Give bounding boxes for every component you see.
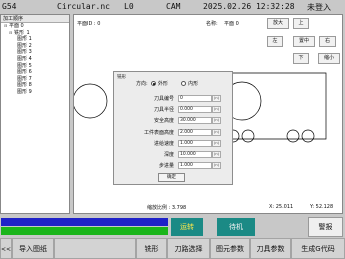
zoom-in-button[interactable]: 放大 (267, 18, 289, 29)
scale-value: 3.798 (171, 205, 187, 211)
param-row: 进给速度 1.000 (n) (117, 139, 229, 148)
tree-item[interactable]: 图形 1 (1, 36, 69, 43)
tree-item[interactable]: 图形 6 (1, 69, 69, 76)
param-label: 进给速度 (153, 140, 174, 147)
param-row: 工件表面高度 2.000 (n) (117, 128, 229, 137)
app-mode: CAM (166, 2, 181, 11)
param-unit[interactable]: (n) (212, 128, 221, 136)
direction-row: 方向: 外形 内形 (136, 80, 198, 87)
param-label: 工件表面高度 (143, 129, 174, 136)
tree-root-label: 平面 0 (8, 23, 24, 29)
standby-button[interactable]: 待机 (217, 218, 255, 236)
y-readout: Y: 52.128 (310, 204, 333, 210)
title-bar: G54 Circular.nc L0 CAM 2025.02.26 12:32:… (0, 0, 345, 13)
x-label: X: (269, 204, 276, 210)
shape-circle[interactable] (301, 129, 315, 143)
center-button[interactable]: 置中 (293, 36, 315, 47)
shape-circle[interactable] (286, 129, 300, 143)
param-row: 深度 10.000 (n) (117, 151, 229, 159)
tree-item[interactable]: 图形 7 (1, 76, 69, 83)
tree-group[interactable]: ⊟ 铣形_1 (1, 30, 69, 37)
param-row: 刀具编号 0 (n) (117, 95, 229, 103)
ok-button[interactable]: 确定 (158, 173, 185, 182)
shape-circle[interactable] (74, 83, 108, 119)
datetime: 2025.02.26 12:32:28 (203, 2, 295, 11)
plane-id: 平面ID : 0 (77, 21, 101, 27)
tree-root[interactable]: ⊟ 平面 0 (1, 23, 69, 30)
pan-down-button[interactable]: 下 (293, 53, 309, 64)
param-row: 步进量 1.000 (n) (117, 162, 229, 170)
y-value: 52.128 (315, 204, 334, 210)
param-input[interactable]: 1.000 (178, 162, 212, 170)
param-unit[interactable]: (n) (212, 162, 221, 170)
file-name: Circular.nc (57, 2, 110, 11)
direction-label: 方向: (136, 81, 148, 87)
param-input[interactable]: 0.000 (178, 106, 212, 114)
shape-params-button[interactable]: 图元参数 (210, 238, 250, 259)
tree-item[interactable]: 图形 8 (1, 82, 69, 89)
tree-item[interactable]: 图形 9 (1, 89, 69, 96)
mill-dialog: 铣形 方向: 外形 内形 刀具编号 0 (n) 刀具半径 0.000 (n) 安全高度 30.… (113, 71, 233, 185)
dialog-title: 铣形 (117, 75, 126, 80)
plane-name-label: 名称: (206, 21, 218, 27)
mill-button[interactable]: 铣形 (136, 238, 167, 259)
tree-group-label: 铣形_1 (13, 29, 30, 36)
outside-radio[interactable] (151, 81, 157, 86)
param-label: 刀具编号 (153, 96, 174, 102)
pan-right-button[interactable]: 右 (319, 36, 336, 47)
inside-radio[interactable] (181, 81, 187, 86)
shape-circle[interactable] (241, 129, 255, 143)
x-readout: X: 25.011 (269, 204, 293, 210)
back-button[interactable]: << (0, 238, 12, 259)
param-unit[interactable]: (n) (212, 151, 221, 158)
param-label: 步进量 (158, 163, 174, 170)
tree-title: 加工顺序 (1, 15, 69, 23)
shape-rectangle[interactable] (224, 72, 327, 140)
path-select-button[interactable]: 刀路选择 (167, 238, 210, 259)
progress-bar-blue (1, 218, 168, 226)
param-row: 刀具半径 0.000 (n) (117, 106, 229, 114)
run-button[interactable]: 运转 (171, 218, 203, 236)
empty-button-slot (54, 238, 136, 259)
coordinate-mode: G54 (2, 2, 17, 11)
tree-item[interactable]: 图形 5 (1, 63, 69, 70)
layer-indicator: L0 (124, 2, 134, 11)
tree-item[interactable]: 图形 3 (1, 49, 69, 56)
zoom-out-button[interactable]: 缩小 (318, 53, 340, 64)
pan-up-button[interactable]: 上 (293, 18, 309, 29)
tree-item[interactable]: 图形 4 (1, 56, 69, 63)
param-unit[interactable]: (n) (212, 95, 221, 102)
inside-label[interactable]: 内形 (188, 81, 198, 87)
generate-gcode-button[interactable]: 生成G代码 (291, 238, 345, 259)
machining-order-tree: 加工顺序 ⊟ 平面 0 ⊟ 铣形_1 图形 1 图形 2 图形 3 图形 4 图形 5图… (0, 14, 70, 214)
param-input[interactable]: 0 (178, 95, 212, 102)
progress-bar-green (1, 227, 168, 235)
collapse-icon[interactable]: ⊟ (9, 30, 12, 35)
scale-label: 缩放比例 : (147, 205, 172, 211)
param-unit[interactable]: (n) (212, 106, 221, 114)
login-status[interactable]: 未登入 (307, 2, 331, 13)
collapse-icon[interactable]: ⊟ (4, 23, 7, 28)
pan-left-button[interactable]: 左 (267, 36, 283, 47)
param-label: 刀具半径 (153, 107, 174, 114)
tree-item[interactable]: 图形 2 (1, 43, 69, 50)
x-value: 25.011 (275, 204, 294, 210)
import-drawing-button[interactable]: 导入图纸 (12, 238, 54, 259)
param-input[interactable]: 1.000 (178, 139, 212, 147)
plane-name-value: 平面 0 (224, 21, 239, 27)
param-row: 安全高度 30.000 (n) (117, 117, 229, 125)
param-input[interactable]: 2.000 (178, 128, 212, 136)
param-label: 深度 (163, 152, 174, 158)
param-unit[interactable]: (n) (212, 139, 221, 147)
alarm-button[interactable]: 警报 (308, 217, 343, 237)
tool-params-button[interactable]: 刀具参数 (250, 238, 291, 259)
param-label: 安全高度 (153, 118, 174, 125)
param-unit[interactable]: (n) (212, 117, 221, 125)
param-input[interactable]: 30.000 (178, 117, 212, 125)
param-input[interactable]: 10.000 (178, 151, 212, 158)
outside-label[interactable]: 外形 (158, 81, 168, 87)
scale-readout: 缩放比例 : 3.798 (147, 204, 186, 211)
